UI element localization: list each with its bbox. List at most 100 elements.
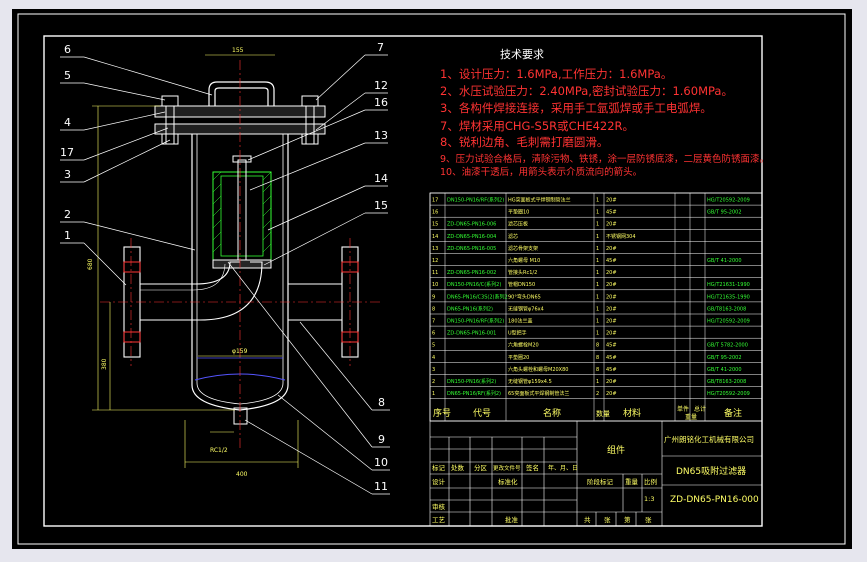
bom-cell: 1 xyxy=(596,210,599,216)
requirement-10: 10、油漆干透后，用箭头表示介质流向的箭头。 xyxy=(440,166,642,178)
tb-sheet-no: 第 xyxy=(624,515,631,524)
bom-cell: 滤芯 xyxy=(508,233,518,240)
bom-cell: 20# xyxy=(606,282,617,288)
bom-cell: 4 xyxy=(432,355,435,361)
bom-header-qty: 数量 xyxy=(596,409,610,418)
bom-cell: 7 xyxy=(432,319,435,325)
bom-header-name: 名称 xyxy=(543,407,561,419)
bom-header-total: 总计 xyxy=(694,405,706,413)
dim-drain-thread: RC1/2 xyxy=(210,447,228,454)
bom-cell: 无缝钢管φ159x4.5 xyxy=(508,378,552,385)
bom-cell: 20# xyxy=(606,306,617,312)
bom-cell: HG/T20592-2009 xyxy=(707,319,750,325)
bom-cell: GB/T8163-2008 xyxy=(707,306,746,312)
callout-14: 14 xyxy=(374,172,388,185)
bom-cell: 20# xyxy=(606,222,617,228)
bom-cell: GB/T 95-2002 xyxy=(707,355,742,361)
bom-cell: 滤芯压板 xyxy=(508,221,528,228)
bom-header-code: 代号 xyxy=(473,408,491,419)
tb-sheets-unit: 张 xyxy=(604,515,611,524)
dim-inlet-height: 380 xyxy=(101,358,108,370)
bom-cell: ZD-DN65-PN16-004 xyxy=(447,234,496,240)
bom-cell: 2 xyxy=(596,391,599,397)
bom-cell: DN150-PN16(系列2) xyxy=(447,378,496,385)
bom-cell: 15 xyxy=(432,222,438,228)
bom-cell: ZD-DN65-PN16-002 xyxy=(447,270,496,276)
bom-cell: 不锈钢网304 xyxy=(606,233,636,240)
bom-cell: GB/T 41-2000 xyxy=(707,258,742,264)
callout-15: 15 xyxy=(374,199,388,212)
bom-cell: 20# xyxy=(606,270,617,276)
bom-cell: 1 xyxy=(596,222,599,228)
bom-cell: 180法兰盖 xyxy=(508,318,533,325)
bom-cell: 20# xyxy=(606,331,617,337)
tb-sheet-unit: 张 xyxy=(645,515,652,524)
bom-cell: 20# xyxy=(606,391,617,397)
bom-cell: DN150-PN16/RF(系列2) xyxy=(447,318,504,325)
requirements-title: 技术要求 xyxy=(500,48,544,61)
tb-weight: 重量 xyxy=(625,478,639,486)
part-label: 组件 xyxy=(607,444,625,456)
bom-cell: 10 xyxy=(432,282,438,288)
bom-cell: DN65-PN16/C3S(2)系列2 xyxy=(447,293,508,300)
bom-cell: 平垫圈20 xyxy=(508,354,529,361)
tb-scale-value: 1:3 xyxy=(644,495,654,503)
callout-7: 7 xyxy=(377,41,384,54)
bom-cell: GB/T8163-2008 xyxy=(707,379,746,385)
tb-approve: 批准 xyxy=(505,515,519,524)
dim-overall-height: 680 xyxy=(87,258,94,270)
bom-cell: 滤芯骨架支架 xyxy=(508,245,538,252)
dim-top-width: 155 xyxy=(232,47,244,54)
requirement-2: 2、水压试验压力：2.40MPa,密封试验压力：1.60MPa。 xyxy=(440,84,733,98)
bom-cell: 45# xyxy=(606,210,617,216)
bom-cell: DN65-PN16(系列2) xyxy=(447,305,493,312)
bom-cell: ZD-DN65-PN16-005 xyxy=(447,246,496,252)
bom-cell: 20# xyxy=(606,379,617,385)
bom-cell: HG/T20592-2009 xyxy=(707,391,750,397)
bom-cell: 8 xyxy=(432,306,435,312)
bom-cell: ZD-DN65-PN16-001 xyxy=(447,331,496,337)
bom-header-weight: 重量 xyxy=(685,413,697,421)
bom-cell: 平垫圈10 xyxy=(508,209,529,216)
bom-header-remark: 备注 xyxy=(724,407,742,419)
callout-8: 8 xyxy=(378,396,385,409)
bom-cell: 管接头Rc1/2 xyxy=(508,269,537,276)
bom-cell: 8 xyxy=(596,355,599,361)
callout-17: 17 xyxy=(60,146,74,159)
callout-11: 11 xyxy=(374,480,388,493)
bom-cell: DN150-PN16/RF(系列2) xyxy=(447,197,504,204)
bom-cell: DN65-PN16/RF(系列2) xyxy=(447,390,501,397)
bom-cell: 1 xyxy=(596,379,599,385)
requirement-9: 9、压力试验合格后，清除污物、铁锈，涂一层防锈底漆，二层黄色防锈面漆。 xyxy=(440,153,769,165)
dim-overall-width: 400 xyxy=(236,471,248,478)
tb-standard: 标准化 xyxy=(498,477,518,486)
tb-change-doc: 更改文件号 xyxy=(493,464,521,472)
tb-sheets-total: 共 xyxy=(584,515,591,524)
tb-count: 处数 xyxy=(451,463,465,472)
bom-cell: 17 xyxy=(432,198,438,204)
callout-3: 3 xyxy=(64,168,71,181)
bom-cell: GB/T 95-2002 xyxy=(707,210,742,216)
bom-cell: 14 xyxy=(432,234,438,240)
bom-cell: GB/T 41-2000 xyxy=(707,367,742,373)
requirement-8: 8、锐利边角、毛刺需打磨圆滑。 xyxy=(440,135,608,149)
bom-cell: 20# xyxy=(606,294,617,300)
bom-cell: 5 xyxy=(432,343,435,349)
callout-5: 5 xyxy=(64,69,71,82)
tb-date: 年、月、日 xyxy=(548,464,578,472)
tb-scale: 比例 xyxy=(644,477,657,486)
bom-cell: 9 xyxy=(432,294,435,300)
tb-stage: 阶段标记 xyxy=(587,477,614,486)
tb-zone: 分区 xyxy=(474,463,488,472)
requirement-7: 7、焊材采用CHG-S5R或CHE422R。 xyxy=(440,119,634,133)
bom-cell: 65突面板式平焊钢制管法兰 xyxy=(508,390,569,397)
bom-cell: HG/T21635-1990 xyxy=(707,294,750,300)
bom-cell: U型把手 xyxy=(508,330,527,337)
bom-cell: 20# xyxy=(606,198,617,204)
callout-10: 10 xyxy=(374,456,388,469)
bom-cell: HG/T21631-1990 xyxy=(707,282,750,288)
callout-1: 1 xyxy=(64,229,71,242)
drawing-number: ZD-DN65-PN16-000 xyxy=(670,495,759,505)
bom-cell: 1 xyxy=(596,331,599,337)
bom-cell: 管帽DN150 xyxy=(508,281,535,288)
